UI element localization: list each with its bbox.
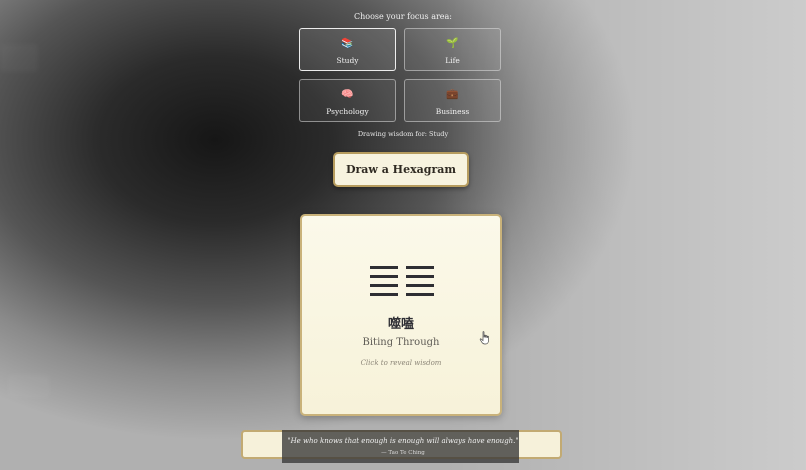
hexagram-symbol bbox=[370, 266, 434, 298]
focus-option-study[interactable]: 📚 Study bbox=[299, 28, 396, 71]
app-root: Choose your focus area: 📚 Study 🌱 Life 🧠… bbox=[0, 0, 806, 470]
focus-area-label: Choose your focus area: bbox=[354, 12, 452, 21]
drawing-status-text: Drawing wisdom for: Study bbox=[357, 130, 449, 138]
hexagram-line-broken-left bbox=[370, 266, 398, 269]
hexagram-english-name: Biting Through bbox=[362, 337, 440, 348]
hexagram-line-broken-right bbox=[406, 266, 434, 269]
seedling-icon: 🌱 bbox=[446, 38, 459, 49]
focus-area-grid: 📚 Study 🌱 Life 🧠 Psychology 💼 Business bbox=[299, 28, 504, 124]
books-icon: 📚 bbox=[341, 38, 354, 49]
hexagram-card[interactable]: 噬嗑 Biting Through Click to reveal wisdom bbox=[300, 214, 502, 416]
focus-option-label: Study bbox=[336, 56, 359, 65]
hexagram-line-broken-left bbox=[370, 284, 398, 287]
focus-option-label: Life bbox=[445, 56, 460, 65]
blurred-background-element bbox=[0, 44, 38, 72]
focus-option-label: Business bbox=[435, 107, 470, 116]
hexagram-line-broken-right bbox=[406, 275, 434, 278]
quote-text: "He who knows that enough is enough will… bbox=[287, 437, 519, 445]
hexagram-line-broken-right bbox=[406, 284, 434, 287]
reveal-wisdom-hint: Click to reveal wisdom bbox=[360, 359, 442, 367]
hexagram-chinese-name: 噬嗑 bbox=[387, 317, 414, 332]
quote-overlay bbox=[282, 430, 519, 463]
hexagram-line-broken-left bbox=[370, 293, 398, 296]
hand-pointer-cursor-icon bbox=[479, 331, 489, 345]
briefcase-icon: 💼 bbox=[446, 89, 459, 100]
focus-option-label: Psychology bbox=[326, 107, 369, 116]
focus-option-psychology[interactable]: 🧠 Psychology bbox=[299, 79, 396, 122]
focus-option-business[interactable]: 💼 Business bbox=[404, 79, 501, 122]
quote-source: — Tao Te Ching bbox=[381, 450, 425, 456]
brain-icon: 🧠 bbox=[341, 89, 354, 100]
draw-hexagram-button[interactable]: Draw a Hexagram bbox=[333, 152, 469, 187]
focus-option-life[interactable]: 🌱 Life bbox=[404, 28, 501, 71]
blurred-background-element bbox=[8, 374, 50, 398]
hexagram-line-broken-right bbox=[406, 293, 434, 296]
hexagram-line-broken-left bbox=[370, 275, 398, 278]
